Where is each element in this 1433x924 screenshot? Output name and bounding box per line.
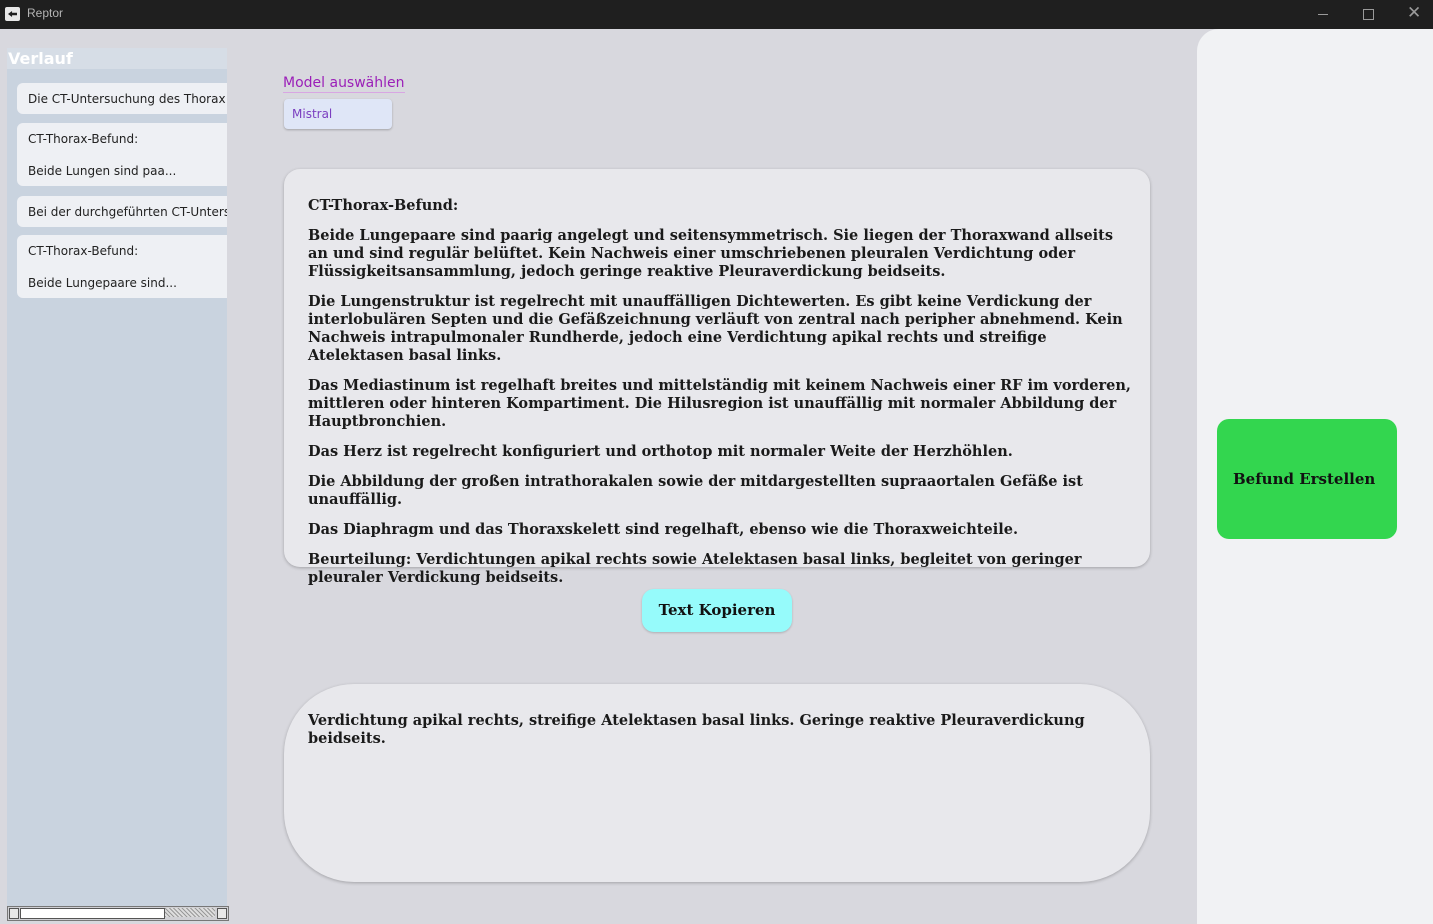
minimize-button[interactable] — [1300, 0, 1346, 29]
history-item-line: Beide Lungen sind paa... — [28, 164, 177, 178]
report-textbox[interactable]: CT-Thorax-Befund: Beide Lungepaare sind … — [284, 169, 1150, 586]
history-item-line: Beide Lungepaare sind... — [28, 276, 177, 290]
report-paragraph: Das Diaphragm und das Thoraxskelett sind… — [308, 521, 1019, 538]
history-sidebar: Verlauf Die CT-Untersuchung des Thorax z… — [7, 48, 227, 920]
report-text: CT-Thorax-Befund: Beide Lungepaare sind … — [308, 197, 1138, 599]
maximize-button[interactable] — [1345, 0, 1391, 29]
history-item[interactable]: CT-Thorax-Befund: Beide Lungen sind paa.… — [17, 123, 227, 186]
scroll-left-icon[interactable] — [9, 908, 19, 919]
close-icon: ✕ — [1407, 3, 1422, 23]
history-item-line: Bei der durchgeführten CT-Untersu — [28, 205, 227, 219]
history-item-line: CT-Thorax-Befund: — [28, 132, 139, 146]
close-button[interactable]: ✕ — [1391, 0, 1433, 29]
summary-text: Verdichtung apikal rechts, streifige Ate… — [308, 712, 1085, 747]
report-paragraph: Beide Lungepaare sind paarig angelegt un… — [308, 227, 1114, 280]
report-paragraph: Die Lungenstruktur ist regelrecht mit un… — [308, 293, 1123, 364]
scroll-right-icon[interactable] — [217, 908, 227, 919]
history-item[interactable]: CT-Thorax-Befund: Beide Lungepaare sind.… — [17, 235, 227, 298]
copy-text-button[interactable]: Text Kopieren — [642, 589, 792, 632]
model-dropdown[interactable]: Mistral — [284, 99, 392, 129]
report-assessment: Beurteilung: Verdichtungen apikal rechts… — [308, 551, 1082, 586]
report-paragraph: Die Abbildung der großen intrathorakalen… — [308, 473, 1083, 508]
app-icon — [5, 7, 20, 21]
create-report-button[interactable]: Befund Erstellen — [1217, 419, 1397, 539]
report-paragraph: Das Herz ist regelrecht konfiguriert und… — [308, 443, 1013, 460]
title-bar: Reptor ✕ — [0, 0, 1433, 29]
sidebar-title: Verlauf — [7, 48, 227, 69]
scrollbar-thumb[interactable] — [20, 908, 165, 919]
history-item-line: CT-Thorax-Befund: — [28, 244, 139, 258]
history-item-line: Die CT-Untersuchung des Thorax z — [28, 92, 227, 106]
sidebar-horizontal-scrollbar[interactable] — [7, 906, 229, 921]
history-item[interactable]: Die CT-Untersuchung des Thorax z — [17, 83, 227, 114]
report-heading: CT-Thorax-Befund: — [308, 197, 459, 214]
summary-textbox[interactable]: Verdichtung apikal rechts, streifige Ate… — [284, 684, 1150, 882]
model-select-label: Model auswählen — [283, 75, 405, 93]
maximize-icon — [1363, 9, 1374, 20]
report-paragraph: Das Mediastinum ist regelhaft breites un… — [308, 377, 1131, 430]
history-item[interactable]: Bei der durchgeführten CT-Untersu — [17, 196, 227, 227]
scrollbar-track[interactable] — [165, 908, 215, 917]
minimize-icon — [1318, 14, 1328, 15]
window-title: Reptor — [27, 6, 64, 20]
